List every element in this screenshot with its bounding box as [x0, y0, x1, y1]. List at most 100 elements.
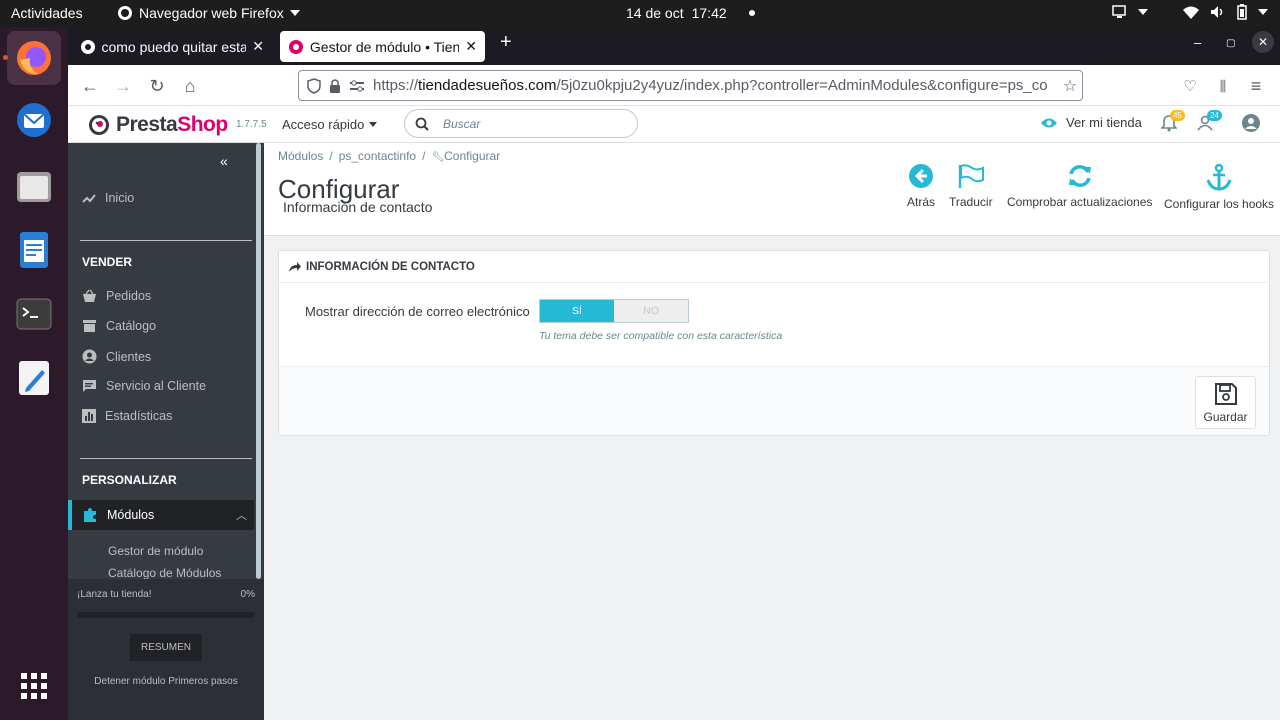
minimize-icon[interactable]: – — [1194, 35, 1201, 50]
onboarding-panel: ¡Lanza tu tienda! 0% RESUMEN Detener mód… — [68, 579, 264, 720]
date-text: 14 de oct — [626, 5, 684, 21]
eye-icon — [1041, 118, 1057, 127]
refresh-icon — [1068, 165, 1091, 187]
url-path: /5j0zu0kpju2y4yuz/index.php?controller=A… — [556, 77, 1048, 94]
activities-button[interactable]: Actividades — [11, 5, 83, 21]
switch-no-option[interactable]: NO — [614, 300, 688, 322]
terminal-icon — [16, 298, 52, 330]
caret-down-icon — [369, 122, 378, 127]
save-label: Guardar — [1203, 409, 1248, 424]
quick-access-dropdown[interactable]: Acceso rápido — [282, 117, 378, 132]
chevron-down-icon — [289, 10, 300, 16]
sidebar-scrollbar[interactable] — [256, 143, 261, 579]
dock-thunderbird[interactable] — [7, 93, 61, 147]
dock-text-editor[interactable] — [7, 351, 61, 405]
sidebar-item-label: Inicio — [105, 191, 135, 205]
prestashop-logo[interactable]: PrestaShop — [88, 113, 228, 137]
sidebar-section-sell: VENDER — [82, 255, 133, 269]
notification-dot-icon — [748, 10, 755, 16]
panel-title: INFORMACIÓN DE CONTACTO — [306, 260, 475, 273]
search-box[interactable] — [404, 109, 638, 138]
stop-onboarding-link[interactable]: Detener módulo Primeros pasos — [68, 676, 264, 687]
sidebar-subitem-module-manager[interactable]: Gestor de módulo — [108, 544, 203, 558]
breadcrumb-modules[interactable]: Módulos — [278, 149, 323, 163]
orders-badge: 45 — [1170, 110, 1185, 121]
puzzle-icon — [84, 508, 96, 522]
sidebar-item-catalog[interactable]: Catálogo — [82, 319, 156, 333]
sidebar-item-orders[interactable]: Pedidos — [82, 289, 151, 303]
maximize-icon[interactable]: ▢ — [1226, 38, 1235, 49]
files-icon — [17, 172, 51, 202]
brand-name: PrestaShop — [116, 113, 228, 137]
new-tab-button[interactable]: + — [500, 31, 512, 54]
chevron-down-icon — [1258, 9, 1268, 15]
clock[interactable]: 14 de oct 17:42 — [626, 5, 755, 21]
sidebar-item-home[interactable]: Inicio — [82, 191, 134, 205]
sidebar-item-modules[interactable]: Módulos — [82, 507, 154, 523]
shopping-basket-icon — [83, 289, 96, 302]
home-icon[interactable]: ⌂ — [177, 73, 203, 99]
dock-app-grid[interactable] — [7, 659, 61, 713]
panel-heading: INFORMACIÓN DE CONTACTO — [279, 251, 1269, 283]
configure-hooks-button[interactable]: Configurar los hooks — [1164, 163, 1274, 211]
app-menu-label: Navegador web Firefox — [139, 5, 284, 21]
url-text: https://tiendadesueños.com/5j0zu0kpju2y4… — [373, 77, 1048, 94]
dock-files[interactable] — [7, 159, 61, 213]
active-indicator-icon — [3, 55, 8, 60]
back-circle-icon — [909, 164, 933, 188]
menu-icon[interactable]: ≡ — [1243, 73, 1269, 99]
save-button[interactable]: Guardar — [1195, 376, 1256, 429]
check-updates-label: Comprobar actualizaciones — [1007, 195, 1153, 209]
customers-notifications[interactable]: 24 — [1196, 110, 1222, 135]
dock-writer[interactable] — [7, 223, 61, 277]
tab-active[interactable]: Gestor de módulo • Tiend ✕ — [280, 31, 485, 62]
chevron-down-icon — [1138, 9, 1148, 15]
back-arrow-icon[interactable]: ← — [77, 73, 103, 99]
dock-terminal[interactable] — [7, 287, 61, 341]
collapse-sidebar-icon[interactable]: « — [220, 153, 228, 169]
email-display-label: Mostrar dirección de correo electrónico — [305, 304, 530, 319]
sidebar-subitem-module-catalog[interactable]: Catálogo de Módulos — [108, 566, 221, 580]
forward-arrow-icon[interactable]: → — [110, 73, 136, 99]
translate-button[interactable]: Traducir — [949, 163, 993, 209]
tab-other[interactable]: como puedo quitar estas ✕ — [72, 31, 272, 62]
breadcrumb-module[interactable]: ps_contactinfo — [339, 149, 416, 163]
chat-icon — [83, 380, 96, 392]
sidebar-item-label: Estadísticas — [105, 409, 173, 423]
sidebar-item-label: Clientes — [106, 349, 152, 364]
text-editor-icon — [19, 361, 49, 395]
email-display-switch[interactable]: SÍ NO — [539, 299, 689, 323]
switch-yes-option[interactable]: SÍ — [540, 300, 614, 322]
back-button[interactable]: Atrás — [907, 163, 935, 209]
dock-firefox[interactable] — [3, 31, 61, 85]
time-text: 17:42 — [691, 5, 727, 21]
sidebar-item-stats[interactable]: Estadísticas — [82, 409, 172, 423]
view-shop-link[interactable]: Ver mi tienda — [1040, 115, 1142, 130]
bookmark-star-icon[interactable]: ☆ — [1057, 73, 1083, 99]
puffin-logo-icon — [89, 115, 109, 135]
employee-menu[interactable] — [1241, 113, 1261, 136]
sidebar-item-customer-service[interactable]: Servicio al Cliente — [82, 379, 206, 393]
summary-button[interactable]: RESUMEN — [130, 634, 202, 661]
nav-toolbar: ← → ↻ ⌂ https://tiendadesueños.com/5j0zu… — [68, 65, 1280, 106]
sidebar-item-customers[interactable]: Clientes — [82, 349, 151, 364]
close-icon[interactable]: ✕ — [252, 38, 264, 55]
system-tray[interactable] — [1112, 4, 1268, 20]
check-updates-button[interactable]: Comprobar actualizaciones — [1007, 163, 1152, 209]
close-window-icon[interactable]: ✕ — [1252, 31, 1274, 53]
close-icon[interactable]: ✕ — [465, 38, 477, 55]
launch-progress-text: 0% — [240, 589, 255, 600]
store-icon — [83, 320, 96, 332]
reload-icon[interactable]: ↻ — [144, 73, 170, 99]
orders-notifications[interactable]: 45 — [1160, 110, 1185, 135]
pocket-icon[interactable]: ♡ — [1177, 73, 1203, 99]
launch-label: ¡Lanza tu tienda! — [77, 589, 152, 600]
app-menu[interactable]: Navegador web Firefox — [117, 5, 300, 21]
url-bar[interactable]: https://tiendadesueños.com/5j0zu0kpju2y4… — [298, 70, 1083, 101]
customers-badge: 24 — [1207, 110, 1222, 121]
screen-icon — [1112, 5, 1126, 18]
library-icon[interactable]: ⫼ — [1210, 73, 1236, 99]
configure-hooks-label: Configurar los hooks — [1164, 197, 1275, 211]
url-prefix: https:// — [373, 77, 419, 94]
search-input[interactable] — [443, 116, 613, 131]
